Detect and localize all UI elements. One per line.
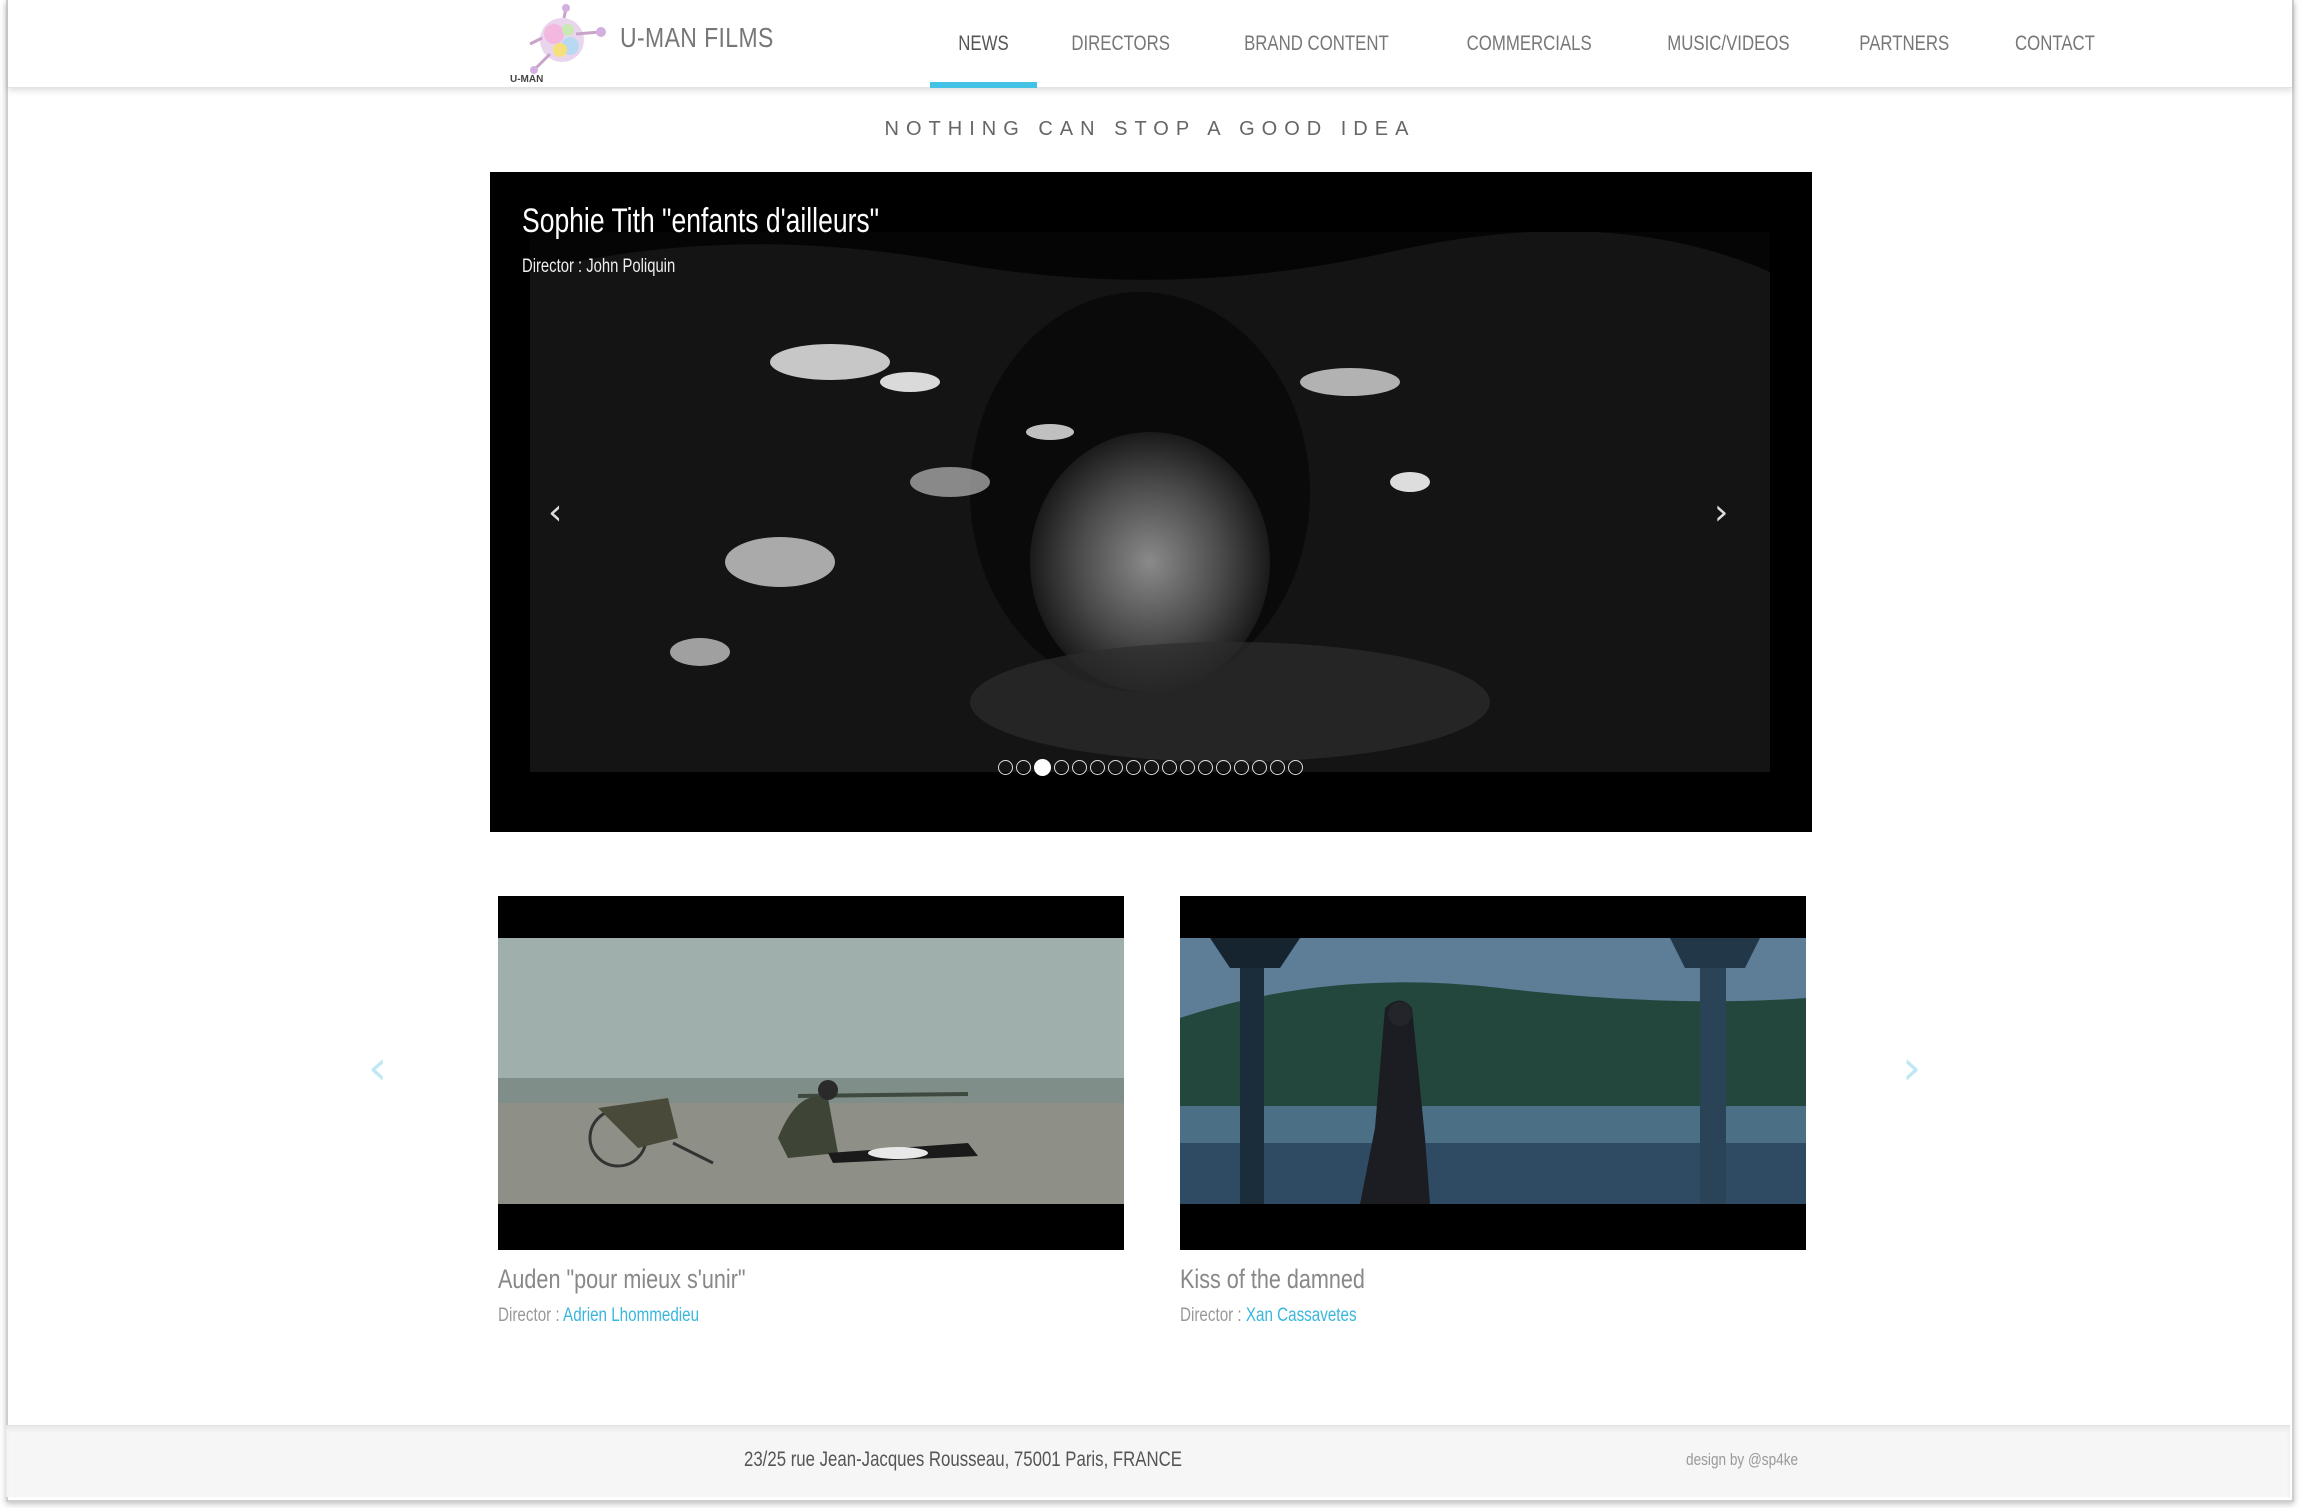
news-card[interactable]: Kiss of the damned Director : Xan Cassav…: [1180, 896, 1806, 1327]
nav-label: MUSIC/VIDEOS: [1666, 32, 1790, 55]
hero-image: [530, 232, 1770, 772]
slider-dot[interactable]: [1108, 760, 1123, 775]
slider-dot[interactable]: [1180, 760, 1195, 775]
nav-partners[interactable]: PARTNERS: [1826, 0, 1982, 88]
director-link[interactable]: Xan Cassavetes: [1246, 1305, 1357, 1326]
nav-label: COMMERCIALS: [1466, 32, 1592, 55]
cards-next-icon[interactable]: ›: [1902, 1040, 1921, 1096]
director-link[interactable]: Adrien Lhommedieu: [563, 1305, 699, 1326]
nav-music-videos[interactable]: MUSIC/VIDEOS: [1630, 0, 1827, 88]
brand-name[interactable]: U-MAN FILMS: [620, 22, 774, 54]
nav-label: CONTACT: [2014, 32, 2095, 55]
slider-dot[interactable]: [1162, 760, 1177, 775]
slider-dot[interactable]: [1054, 760, 1069, 775]
svg-text:U-MAN: U-MAN: [510, 74, 543, 84]
site-footer: 23/25 rue Jean-Jacques Rousseau, 75001 P…: [6, 1425, 2290, 1497]
hero-next-icon[interactable]: ›: [1714, 492, 1728, 533]
nav-news[interactable]: NEWS: [930, 0, 1037, 88]
hero-subtitle: Director : John Poliquin: [522, 256, 676, 277]
slider-dot[interactable]: [1216, 760, 1231, 775]
slider-dot[interactable]: [998, 760, 1013, 775]
cards-prev-icon[interactable]: ‹: [368, 1040, 387, 1096]
news-card[interactable]: Auden "pour mieux s'unir" Director : Adr…: [498, 896, 1124, 1327]
card-director: Director : Xan Cassavetes: [1180, 1305, 1681, 1327]
nav-commercials[interactable]: COMMERCIALS: [1429, 0, 1629, 88]
slider-dot[interactable]: [1270, 760, 1285, 775]
card-director: Director : Adrien Lhommedieu: [498, 1305, 999, 1327]
slider-dot[interactable]: [1288, 760, 1303, 775]
director-prefix: Director :: [498, 1305, 564, 1326]
footer-address: 23/25 rue Jean-Jacques Rousseau, 75001 P…: [744, 1448, 1182, 1471]
slider-dot[interactable]: [1072, 760, 1087, 775]
slider-dot[interactable]: [1252, 760, 1267, 775]
nav-brand-content[interactable]: BRAND CONTENT: [1204, 0, 1429, 88]
card-title[interactable]: Auden "pour mieux s'unir": [498, 1264, 999, 1295]
site-logo[interactable]: U-MAN: [510, 4, 610, 85]
main-nav: NEWS DIRECTORS BRAND CONTENT COMMERCIALS…: [930, 0, 2127, 88]
slider-pagination: [998, 759, 1303, 776]
hero-slider[interactable]: Sophie Tith "enfants d'ailleurs" Directo…: [490, 172, 1812, 832]
hero-title[interactable]: Sophie Tith "enfants d'ailleurs": [522, 202, 879, 241]
nav-label: PARTNERS: [1859, 32, 1950, 55]
nav-label: NEWS: [958, 32, 1009, 55]
design-credit-link[interactable]: design by @sp4ke: [1686, 1450, 1798, 1470]
slider-dot[interactable]: [1198, 760, 1213, 775]
director-prefix: Director :: [1180, 1305, 1246, 1326]
slider-dot[interactable]: [1126, 760, 1141, 775]
nav-label: BRAND CONTENT: [1244, 32, 1390, 55]
tagline: NOTHING CAN STOP A GOOD IDEA: [884, 118, 1416, 140]
card-thumbnail[interactable]: [498, 896, 1124, 1250]
slider-dot[interactable]: [1090, 760, 1105, 775]
nav-directors[interactable]: DIRECTORS: [1037, 0, 1204, 88]
hero-prev-icon[interactable]: ‹: [548, 492, 562, 533]
nav-contact[interactable]: CONTACT: [1983, 0, 2127, 88]
card-thumbnail[interactable]: [1180, 896, 1806, 1250]
nav-label: DIRECTORS: [1071, 32, 1170, 55]
slider-dot[interactable]: [1034, 759, 1051, 776]
card-title[interactable]: Kiss of the damned: [1180, 1264, 1681, 1295]
site-header: U-MAN U-MAN FILMS NEWS DIRECTORS BRAND C…: [8, 0, 2292, 88]
slider-dot[interactable]: [1234, 760, 1249, 775]
slider-dot[interactable]: [1016, 760, 1031, 775]
slider-dot[interactable]: [1144, 760, 1159, 775]
